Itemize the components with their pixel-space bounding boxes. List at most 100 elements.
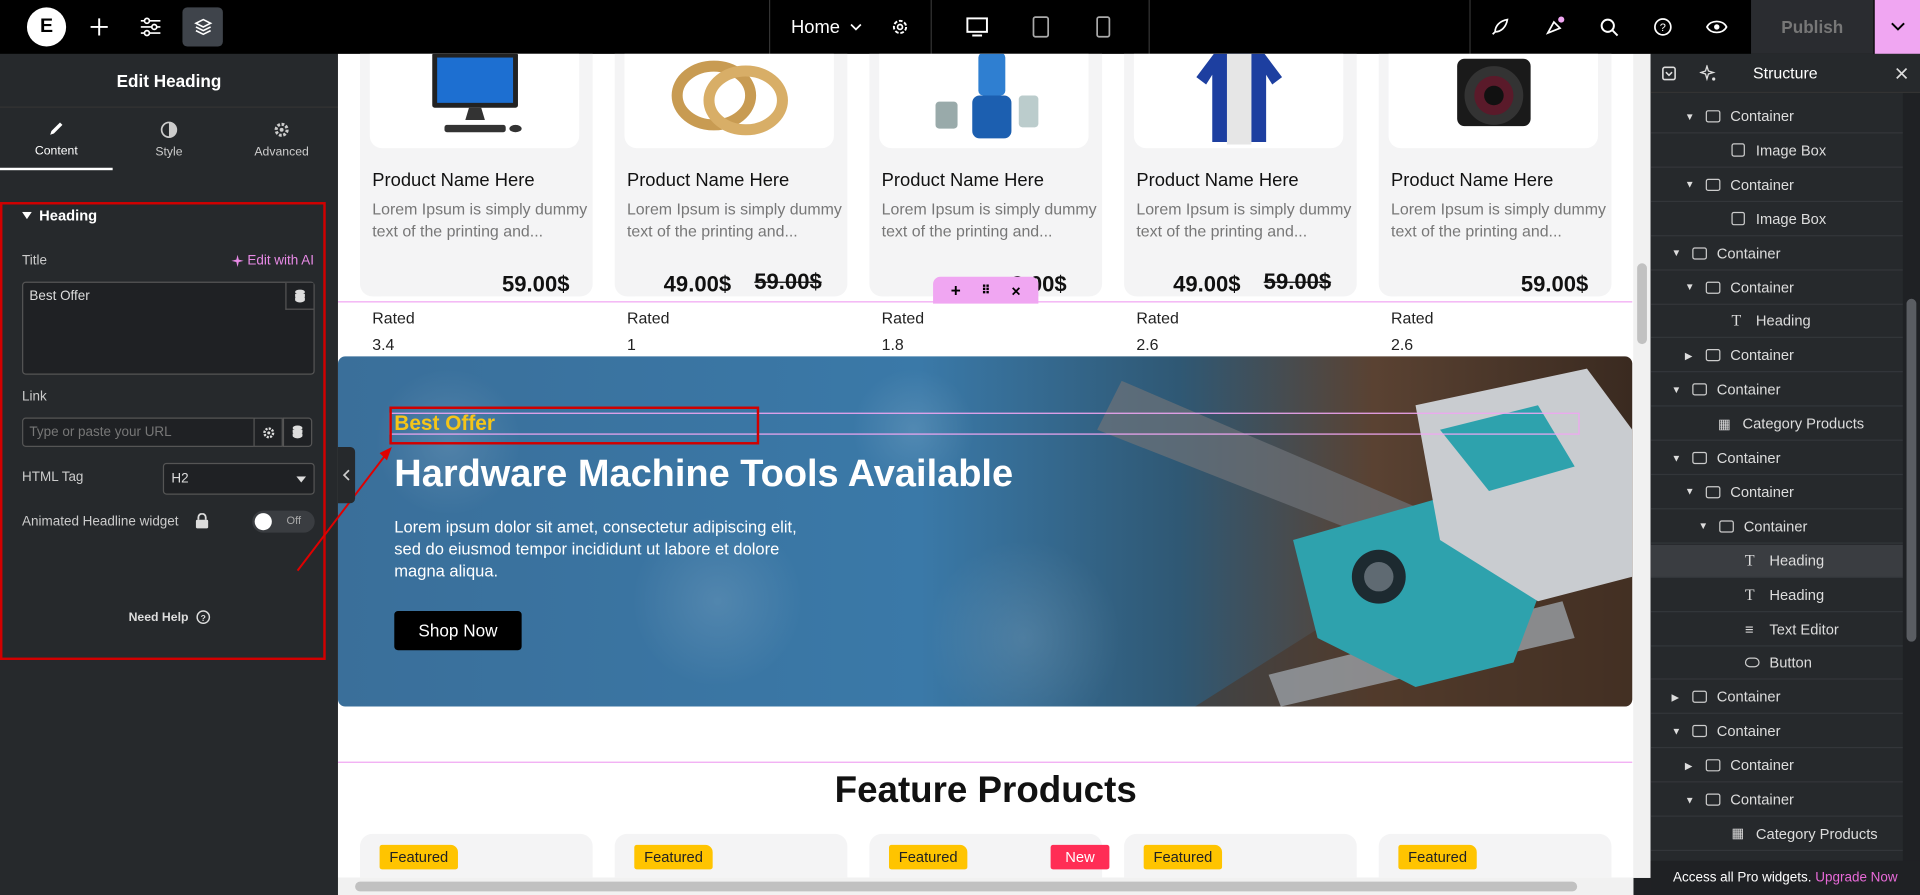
product-name[interactable]: Product Name Here (882, 170, 1044, 191)
product-name[interactable]: Product Name Here (372, 170, 534, 191)
animated-headline-toggle[interactable]: Off (252, 510, 315, 533)
product-name[interactable]: Product Name Here (627, 170, 789, 191)
upgrade-link[interactable]: Upgrade Now (1815, 871, 1897, 886)
caret-down-icon[interactable]: ▼ (1698, 521, 1708, 532)
dock-toggle-icon[interactable] (1662, 66, 1677, 81)
structure-item[interactable]: ▼ Container (1650, 784, 1903, 817)
tab-style[interactable]: Style (113, 109, 226, 170)
structure-item[interactable]: T Heading (1650, 544, 1903, 578)
tab-content[interactable]: Content (0, 109, 113, 171)
ai-sparkle-icon[interactable] (1699, 64, 1717, 82)
mobile-view-icon[interactable] (1086, 0, 1120, 54)
structure-item[interactable]: ▼ Container (1650, 100, 1903, 134)
product-image[interactable] (1388, 53, 1598, 149)
search-icon[interactable] (1592, 0, 1626, 54)
editor-canvas[interactable]: Product Name Here Lorem Ipsum is simply … (337, 53, 1634, 878)
desktop-view-icon[interactable] (960, 0, 994, 54)
site-settings-icon[interactable] (132, 0, 169, 54)
caret-down-icon[interactable]: ▼ (1671, 247, 1681, 258)
link-input[interactable]: Type or paste your URL (22, 417, 255, 447)
help-icon[interactable]: ? (1646, 0, 1680, 54)
vertical-scroll-thumb[interactable] (1637, 263, 1647, 345)
caret-right-icon[interactable]: ▶ (1671, 692, 1679, 703)
structure-item[interactable]: ▼ Container (1650, 271, 1903, 305)
caret-down-icon[interactable]: ▼ (1671, 384, 1681, 395)
structure-item-label: Container (1743, 517, 1808, 535)
structure-item[interactable]: Button (1650, 647, 1903, 681)
html-tag-select[interactable]: H2 (162, 462, 315, 495)
upgrade-text: Access all Pro widgets. (1673, 870, 1812, 886)
featured-badge: Featured (634, 844, 713, 870)
page-settings-icon[interactable] (884, 0, 916, 54)
structure-item[interactable]: ▦ Category Products (1650, 818, 1903, 851)
collapse-panel-button[interactable] (337, 446, 356, 504)
structure-item[interactable]: ▼ Container (1650, 442, 1903, 476)
close-icon[interactable] (1896, 67, 1908, 79)
structure-item[interactable]: ▶ Container (1650, 750, 1903, 783)
preview-eye-icon[interactable] (1700, 0, 1734, 54)
layers-icon[interactable] (182, 0, 222, 54)
banner-kicker[interactable]: Best Offer (394, 411, 495, 435)
structure-item[interactable]: ▼ Container (1650, 510, 1903, 544)
edit-with-ai-link[interactable]: Edit with AI (231, 253, 314, 268)
delete-section-icon[interactable]: × (1011, 281, 1020, 299)
caret-down-icon[interactable]: ▼ (1685, 111, 1695, 122)
whats-new-icon[interactable] (1537, 0, 1574, 54)
title-textarea[interactable]: Best Offer (22, 281, 315, 375)
caret-down-icon[interactable]: ▼ (1685, 794, 1695, 805)
caret-down-icon[interactable]: ▼ (1685, 282, 1695, 293)
structure-scroll-thumb[interactable] (1906, 298, 1917, 642)
structure-item[interactable]: ▼ Container (1650, 169, 1903, 202)
tab-advanced[interactable]: Advanced (225, 109, 338, 170)
section-heading[interactable]: Heading (22, 207, 97, 224)
caret-down-icon[interactable]: ▼ (1671, 726, 1681, 737)
structure-item[interactable]: ▼ Container (1650, 715, 1903, 749)
product-image[interactable] (879, 53, 1089, 149)
drag-handle-icon[interactable]: ⠿ (981, 283, 991, 296)
structure-item[interactable]: ▼ Container (1650, 476, 1903, 510)
dynamic-tags-icon[interactable] (285, 282, 314, 310)
product-price: 49.00$ (663, 271, 732, 297)
tablet-view-icon[interactable] (1024, 0, 1058, 54)
caret-right-icon[interactable]: ▶ (1685, 350, 1693, 361)
banner-text[interactable]: Lorem ipsum dolor sit amet, consectetur … (394, 517, 823, 583)
publish-options-button[interactable] (1874, 0, 1920, 54)
add-section-icon[interactable]: + (951, 280, 961, 300)
elementor-logo-icon[interactable]: E (26, 7, 67, 47)
rating-value: 2.6 (1391, 335, 1414, 354)
structure-item[interactable]: ▼ Container (1650, 237, 1903, 271)
structure-item[interactable]: ▦ Category Products (1650, 408, 1903, 441)
section-toolbar: + ⠿ × (933, 276, 1039, 304)
structure-item[interactable]: ▼ Container (1650, 374, 1903, 407)
caret-down-icon[interactable]: ▼ (1685, 179, 1695, 190)
banner-heading[interactable]: Hardware Machine Tools Available (394, 452, 1013, 496)
product-name[interactable]: Product Name Here (1136, 170, 1298, 191)
need-help-link[interactable]: Need Help ? (129, 610, 211, 625)
structure-item[interactable]: T Heading (1650, 305, 1903, 339)
caret-right-icon[interactable]: ▶ (1685, 760, 1693, 771)
structure-item[interactable]: ≡ Text Editor (1650, 613, 1903, 646)
link-dynamic-tags-icon[interactable] (282, 417, 313, 447)
structure-item[interactable]: Image Box (1650, 203, 1903, 236)
structure-item[interactable]: ▶ Container (1650, 340, 1903, 373)
caret-down-icon[interactable]: ▼ (1685, 487, 1695, 498)
link-options-gear-icon[interactable] (253, 417, 283, 447)
structure-item[interactable]: Image Box (1650, 135, 1903, 168)
horizontal-scroll-thumb[interactable] (355, 881, 1578, 892)
caret-down-icon[interactable]: ▼ (1671, 452, 1681, 463)
structure-item[interactable]: T Heading (1650, 579, 1903, 612)
shop-now-button[interactable]: Shop Now (394, 611, 522, 651)
container-icon (1705, 110, 1721, 123)
structure-item-label: Container (1730, 346, 1794, 365)
product-image[interactable] (369, 53, 580, 149)
product-image[interactable] (1133, 53, 1344, 149)
structure-item[interactable]: ▶ Container (1650, 681, 1903, 715)
product-image[interactable] (624, 53, 834, 149)
add-element-icon[interactable] (81, 0, 118, 54)
page-selector[interactable]: Home (784, 0, 870, 54)
vertical-scrollbar[interactable] (1633, 53, 1651, 878)
offer-banner[interactable]: Best Offer Hardware Machine Tools Availa… (337, 356, 1633, 707)
rocket-icon[interactable] (1482, 0, 1519, 54)
publish-button[interactable]: Publish (1751, 0, 1874, 54)
product-name[interactable]: Product Name Here (1391, 170, 1553, 191)
